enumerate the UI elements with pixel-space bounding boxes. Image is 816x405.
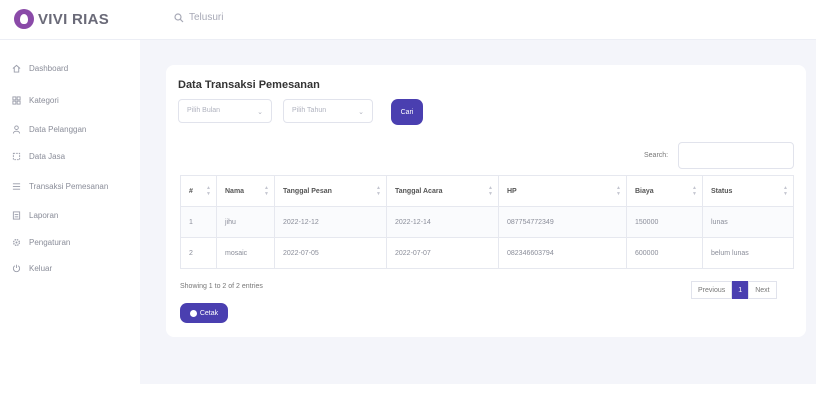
sidebar-item-data-pelanggan[interactable]: Data Pelanggan — [12, 125, 86, 134]
table-row: 2 mosaic 2022-07-05 2022-07-07 082346603… — [180, 237, 794, 269]
brand[interactable]: VIVI RIAS — [14, 9, 109, 29]
year-select[interactable]: Pilih Tahun ⌄ — [283, 99, 373, 123]
transaction-card: Data Transaksi Pemesanan Pilih Bulan ⌄ P… — [166, 65, 806, 337]
chevron-down-icon: ⌄ — [257, 109, 263, 116]
cell-tanggal-acara: 2022-07-07 — [386, 237, 499, 269]
sort-icon: ▲ ▼ — [206, 185, 211, 197]
footer — [140, 384, 816, 405]
column-header-status[interactable]: Status ▲ ▼ — [702, 175, 794, 207]
month-select[interactable]: Pilih Bulan ⌄ — [178, 99, 272, 123]
sidebar-item-laporan[interactable]: Laporan — [12, 211, 58, 220]
top-search[interactable]: Telusuri — [174, 12, 223, 23]
page-button-current[interactable]: 1 — [732, 281, 749, 299]
month-select-value: Pilih Bulan — [187, 107, 221, 114]
top-bar: VIVI RIAS Telusuri — [0, 0, 816, 40]
search-button[interactable]: Cari — [391, 99, 423, 125]
next-button[interactable]: Next — [748, 281, 777, 299]
table-header-row: # ▲ ▼ Nama ▲ ▼ Tanggal Pesan ▲ ▼ Tanggal Acara… — [180, 175, 794, 207]
sidebar-item-dashboard[interactable]: Dashboard — [12, 64, 68, 73]
cell-no: 1 — [180, 206, 217, 238]
sidebar-item-label: Data Jasa — [29, 152, 66, 161]
previous-button[interactable]: Previous — [691, 281, 733, 299]
transaction-table: # ▲ ▼ Nama ▲ ▼ Tanggal Pesan ▲ ▼ Tanggal Acara… — [180, 175, 794, 269]
sidebar-item-pengaturan[interactable]: Pengaturan — [12, 238, 70, 247]
gear-icon — [12, 238, 21, 247]
sort-icon: ▲ ▼ — [783, 185, 788, 197]
column-header-biaya[interactable]: Biaya ▲ ▼ — [626, 175, 703, 207]
cell-hp: 082346603794 — [498, 237, 627, 269]
brand-logo-icon — [14, 9, 34, 29]
sidebar-item-keluar[interactable]: Keluar — [12, 264, 52, 273]
logout-icon — [12, 264, 21, 273]
column-header-tanggal-acara[interactable]: Tanggal Acara ▲ ▼ — [386, 175, 499, 207]
print-button[interactable]: Cetak — [180, 303, 228, 323]
cell-hp: 087754772349 — [498, 206, 627, 238]
sidebar-item-transaksi-pemesanan[interactable]: Transaksi Pemesanan — [12, 182, 108, 191]
table-search-input[interactable] — [678, 142, 794, 169]
print-icon — [189, 309, 197, 317]
table-info: Showing 1 to 2 of 2 entries — [180, 283, 263, 290]
cell-tanggal-acara: 2022-12-14 — [386, 206, 499, 238]
sidebar: Dashboard Kategori Data Pelanggan Data J… — [0, 40, 140, 405]
home-icon — [12, 64, 21, 73]
sidebar-item-label: Pengaturan — [29, 238, 71, 247]
cell-tanggal-pesan: 2022-12-12 — [274, 206, 387, 238]
sidebar-item-label: Keluar — [29, 264, 53, 273]
sidebar-item-label: Dashboard — [29, 64, 69, 73]
sort-icon: ▲ ▼ — [692, 185, 697, 197]
report-icon — [12, 211, 21, 220]
box-icon — [12, 152, 21, 161]
chevron-down-icon: ⌄ — [358, 109, 364, 116]
column-header-no[interactable]: # ▲ ▼ — [180, 175, 217, 207]
page-title: Data Transaksi Pemesanan — [178, 79, 320, 91]
sidebar-item-label: Data Pelanggan — [29, 125, 87, 134]
year-select-value: Pilih Tahun — [292, 107, 327, 114]
sidebar-item-kategori[interactable]: Kategori — [12, 96, 59, 105]
brand-name: VIVI RIAS — [38, 10, 110, 28]
sort-icon: ▲ ▼ — [488, 185, 493, 197]
sort-icon: ▲ ▼ — [264, 185, 269, 197]
grid-icon — [12, 96, 21, 105]
column-header-nama[interactable]: Nama ▲ ▼ — [216, 175, 275, 207]
sidebar-item-label: Laporan — [29, 211, 59, 220]
sidebar-item-data-jasa[interactable]: Data Jasa — [12, 152, 65, 161]
column-header-tanggal-pesan[interactable]: Tanggal Pesan ▲ ▼ — [274, 175, 387, 207]
print-button-label: Cetak — [199, 309, 219, 317]
cell-status: lunas — [702, 206, 794, 238]
cell-nama: mosaic — [216, 237, 275, 269]
search-icon — [174, 12, 184, 22]
pagination: Previous 1 Next — [691, 281, 777, 299]
cell-no: 2 — [180, 237, 217, 269]
table-row: 1 jihu 2022-12-12 2022-12-14 08775477234… — [180, 206, 794, 238]
column-header-hp[interactable]: HP ▲ ▼ — [498, 175, 627, 207]
sort-icon: ▲ ▼ — [616, 185, 621, 197]
cell-nama: jihu — [216, 206, 275, 238]
cell-tanggal-pesan: 2022-07-05 — [274, 237, 387, 269]
cell-biaya: 150000 — [626, 206, 703, 238]
search-input[interactable]: Telusuri — [189, 12, 223, 23]
sidebar-item-label: Transaksi Pemesanan — [29, 182, 109, 191]
sidebar-item-label: Kategori — [29, 96, 59, 105]
cell-biaya: 600000 — [626, 237, 703, 269]
user-icon — [12, 125, 21, 134]
list-icon — [12, 183, 21, 190]
table-search-label: Search: — [644, 152, 669, 159]
sort-icon: ▲ ▼ — [376, 185, 381, 197]
cell-status: belum lunas — [702, 237, 794, 269]
